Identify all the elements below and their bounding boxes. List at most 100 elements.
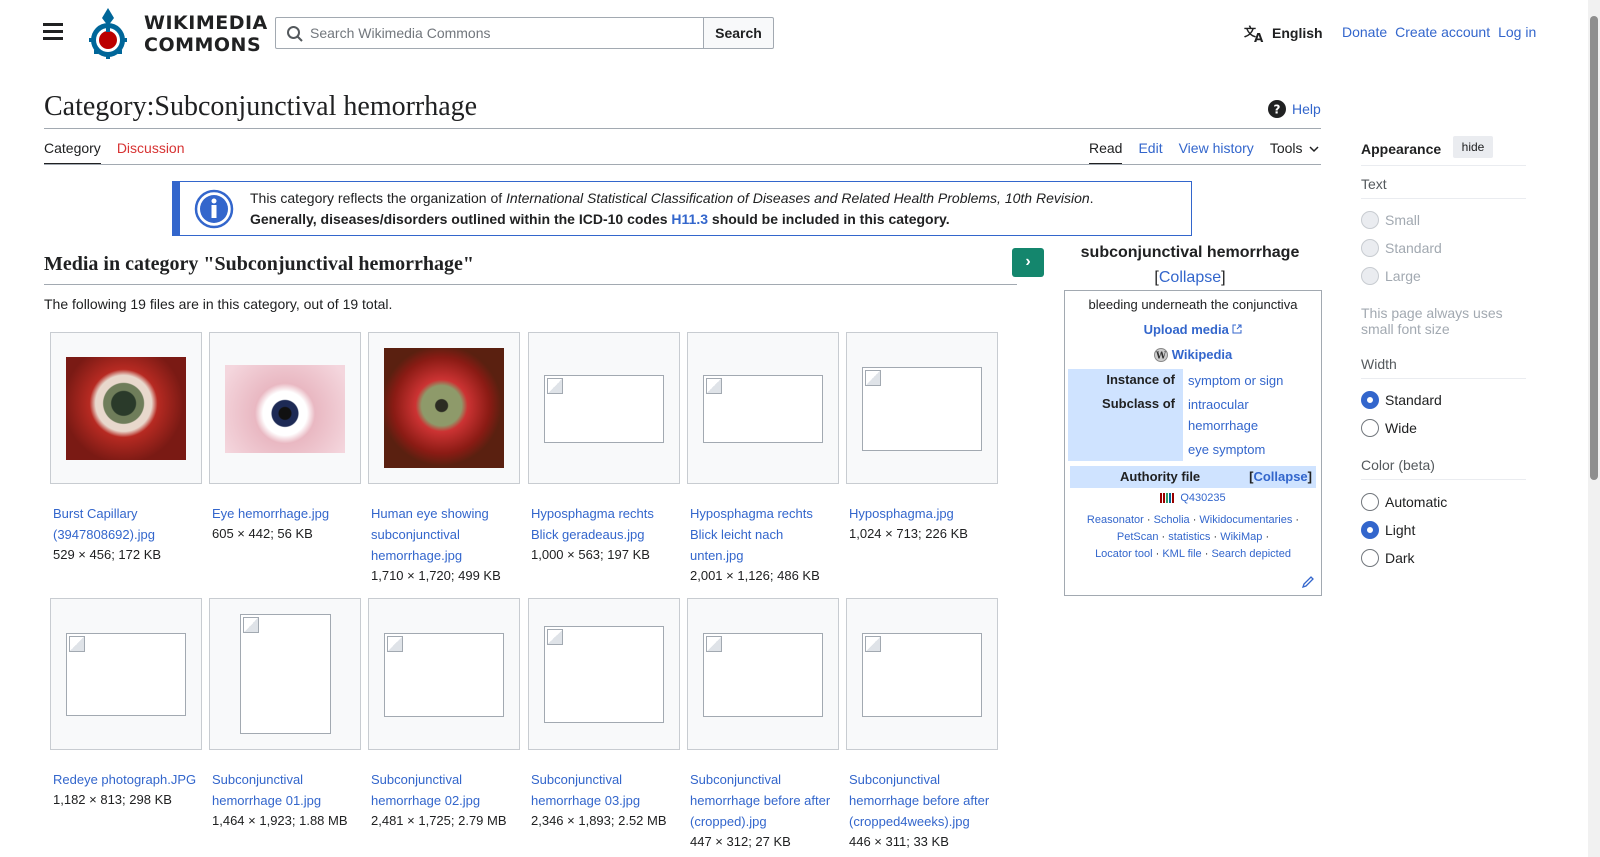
tab-read[interactable]: Read xyxy=(1089,140,1123,165)
thumbnail[interactable] xyxy=(209,332,361,484)
view-tabs: Read Edit View history Tools xyxy=(1089,140,1319,165)
wikidata-icon xyxy=(1160,493,1175,503)
icd-code-link[interactable]: H11.3 xyxy=(671,211,708,227)
search-form: Search xyxy=(275,17,775,49)
text-large-option[interactable]: Large xyxy=(1361,267,1421,285)
authority-collapse-link[interactable]: Collapse xyxy=(1253,469,1307,484)
upload-media-link[interactable]: Upload media xyxy=(1065,322,1321,337)
create-account-link[interactable]: Create account xyxy=(1395,24,1490,40)
radio-large[interactable] xyxy=(1361,267,1379,285)
file-meta: 1,024 × 713; 226 KB xyxy=(849,526,968,541)
search-depicted-link[interactable]: Search depicted xyxy=(1211,548,1291,560)
subclass-value-link[interactable]: intraocular hemorrhage xyxy=(1188,394,1318,436)
authority-file-header: Authority file [Collapse] xyxy=(1070,466,1316,488)
scholia-link[interactable]: Scholia xyxy=(1154,514,1190,526)
tab-view-history[interactable]: View history xyxy=(1179,140,1254,165)
kml-file-link[interactable]: KML file xyxy=(1162,548,1201,560)
help-link[interactable]: ? Help xyxy=(1268,100,1321,118)
title-divider xyxy=(44,128,1321,129)
radio-width-standard[interactable] xyxy=(1361,391,1379,409)
tabs-divider xyxy=(44,164,1321,165)
file-link[interactable]: Hyposphagma.jpg xyxy=(849,503,998,524)
reasonator-link[interactable]: Reasonator xyxy=(1087,514,1144,526)
slideshow-button[interactable]: › xyxy=(1012,248,1044,277)
gallery-item: Redeye photograph.JPG 1,182 × 813; 298 K… xyxy=(50,598,202,810)
thumbnail[interactable] xyxy=(368,598,520,750)
radio-color-light[interactable] xyxy=(1361,521,1379,539)
wikidocumentaries-link[interactable]: Wikidocumentaries xyxy=(1199,514,1292,526)
broken-image-icon xyxy=(544,375,664,443)
file-link[interactable]: Subconjunctival hemorrhage before after … xyxy=(690,769,839,832)
radio-small[interactable] xyxy=(1361,211,1379,229)
locator-tool-link[interactable]: Locator tool xyxy=(1095,548,1152,560)
search-input[interactable] xyxy=(310,19,690,47)
file-link[interactable]: Human eye showing subconjunctival hemorr… xyxy=(371,503,520,566)
donate-link[interactable]: Donate xyxy=(1342,24,1387,40)
tab-edit[interactable]: Edit xyxy=(1138,140,1162,165)
namespace-tabs: Category Discussion xyxy=(44,140,185,165)
file-link[interactable]: Redeye photograph.JPG xyxy=(53,769,202,790)
thumbnail[interactable] xyxy=(50,598,202,750)
instance-of-value[interactable]: symptom or sign xyxy=(1188,373,1283,388)
file-link[interactable]: Eye hemorrhage.jpg xyxy=(212,503,361,524)
file-link[interactable]: Subconjunctival hemorrhage 03.jpg xyxy=(531,769,680,811)
file-link[interactable]: Burst Capillary (3947808692).jpg xyxy=(53,503,202,545)
petscan-link[interactable]: PetScan xyxy=(1117,531,1159,543)
text-standard-option[interactable]: Standard xyxy=(1361,239,1442,257)
svg-text:?: ? xyxy=(1274,103,1281,117)
radio-color-dark[interactable] xyxy=(1361,549,1379,567)
language-selector[interactable]: 文 A English xyxy=(1244,23,1323,43)
site-logo[interactable]: WIKIMEDIA COMMONS xyxy=(88,6,267,60)
broken-image-icon xyxy=(384,633,504,717)
file-meta: 1,000 × 563; 197 KB xyxy=(531,547,650,562)
thumbnail[interactable] xyxy=(846,332,998,484)
login-link[interactable]: Log in xyxy=(1498,24,1536,40)
thumbnail[interactable] xyxy=(846,598,998,750)
tab-category[interactable]: Category xyxy=(44,140,101,165)
wikimap-link[interactable]: WikiMap xyxy=(1220,531,1262,543)
thumbnail[interactable] xyxy=(687,332,839,484)
color-automatic-option[interactable]: Automatic xyxy=(1361,493,1447,511)
gallery-item: Hyposphagma rechts Blick geradeaus.jpg 1… xyxy=(528,332,680,565)
pencil-icon[interactable] xyxy=(1301,575,1315,589)
width-wide-option[interactable]: Wide xyxy=(1361,419,1417,437)
text-small-option[interactable]: Small xyxy=(1361,211,1420,229)
media-heading: Media in category "Subconjunctival hemor… xyxy=(44,253,474,275)
subclass-value-link[interactable]: eye symptom xyxy=(1188,439,1318,460)
thumbnail[interactable] xyxy=(209,598,361,750)
color-dark-option[interactable]: Dark xyxy=(1361,549,1415,567)
collapse-link[interactable]: Collapse xyxy=(1159,269,1221,286)
width-standard-option[interactable]: Standard xyxy=(1361,391,1442,409)
thumbnail[interactable] xyxy=(368,332,520,484)
statistics-link[interactable]: statistics xyxy=(1168,531,1210,543)
divider xyxy=(1361,479,1526,480)
thumbnail[interactable] xyxy=(528,598,680,750)
search-button[interactable]: Search xyxy=(703,17,774,49)
tab-discussion[interactable]: Discussion xyxy=(117,140,185,165)
scrollbar-thumb[interactable] xyxy=(1590,16,1598,480)
file-link[interactable]: Hyposphagma rechts Blick leicht nach unt… xyxy=(690,503,839,566)
appearance-title: Appearance xyxy=(1361,141,1442,157)
wikipedia-link[interactable]: W Wikipedia xyxy=(1065,347,1321,362)
color-light-option[interactable]: Light xyxy=(1361,521,1415,539)
hide-appearance-button[interactable]: hide xyxy=(1453,136,1493,158)
thumbnail[interactable] xyxy=(687,598,839,750)
width-label: Width xyxy=(1361,356,1397,372)
divider xyxy=(1361,165,1526,166)
file-link[interactable]: Subconjunctival hemorrhage 02.jpg xyxy=(371,769,520,811)
broken-image-icon xyxy=(544,626,664,723)
tab-tools[interactable]: Tools xyxy=(1270,140,1320,165)
file-meta: 1,464 × 1,923; 1.88 MB xyxy=(212,813,348,828)
radio-standard[interactable] xyxy=(1361,239,1379,257)
info-icon xyxy=(194,189,234,229)
thumbnail[interactable] xyxy=(50,332,202,484)
scrollbar[interactable] xyxy=(1588,0,1600,857)
wikidata-link[interactable]: Q430235 xyxy=(1180,492,1225,504)
radio-width-wide[interactable] xyxy=(1361,419,1379,437)
radio-color-automatic[interactable] xyxy=(1361,493,1379,511)
main-menu-icon[interactable] xyxy=(40,20,68,44)
file-link[interactable]: Hyposphagma rechts Blick geradeaus.jpg xyxy=(531,503,680,545)
file-link[interactable]: Subconjunctival hemorrhage 01.jpg xyxy=(212,769,361,811)
file-link[interactable]: Subconjunctival hemorrhage before after … xyxy=(849,769,998,832)
thumbnail[interactable] xyxy=(528,332,680,484)
